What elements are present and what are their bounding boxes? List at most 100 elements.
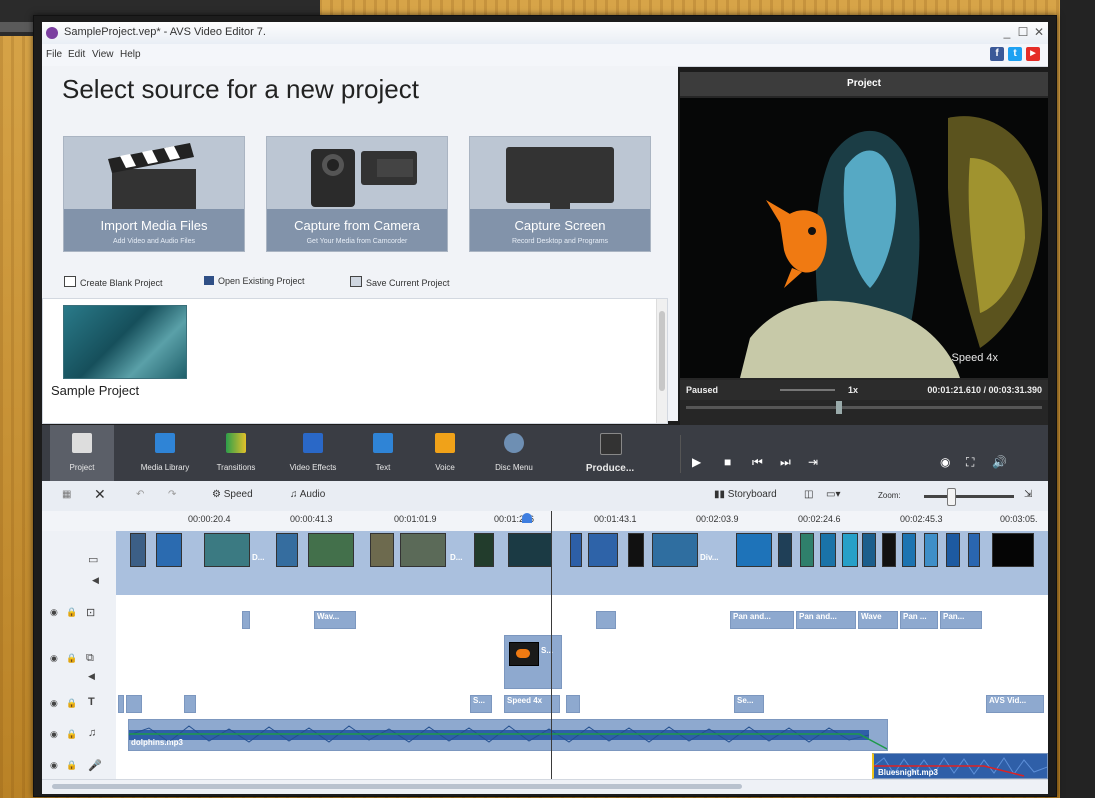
play-icon[interactable]: ▶ [692, 455, 701, 469]
import-media-tile[interactable]: Import Media Files Add Video and Audio F… [63, 136, 245, 252]
eye-icon[interactable]: ◉ [50, 760, 58, 771]
timeline-scrollbar[interactable] [42, 779, 1048, 794]
tab-media-library[interactable]: Media Library [130, 425, 200, 481]
capture-screen-tile[interactable]: Capture Screen Record Desktop and Progra… [469, 136, 651, 252]
video-clip[interactable] [508, 533, 552, 567]
text-track[interactable]: S... Speed 4x Se... AVS Vid... [116, 691, 1048, 718]
stop-icon[interactable]: ■ [724, 455, 731, 469]
lock-icon[interactable]: 🔒 [66, 607, 77, 618]
view-mode-dropdown[interactable]: ▭▾ [826, 489, 840, 500]
text-clip[interactable] [184, 695, 196, 713]
fit-timeline-icon[interactable]: ⇲ [1024, 489, 1032, 500]
split-icon[interactable]: ◫ [804, 489, 813, 500]
video-clip[interactable] [946, 533, 960, 567]
voice-track[interactable]: Bluesnight.mp3 [116, 753, 1048, 780]
speaker-icon[interactable]: ◀ [88, 671, 95, 682]
delete-icon[interactable]: ✕ [94, 486, 106, 503]
menu-file[interactable]: File [46, 49, 62, 60]
video-clip[interactable] [992, 533, 1034, 567]
minimize-button[interactable]: _ [1000, 25, 1014, 39]
create-blank-project-button[interactable]: Create Blank Project [64, 276, 163, 288]
storyboard-button[interactable]: ▮▮ Storyboard [714, 489, 777, 500]
fullscreen-icon[interactable]: ⛶ [966, 455, 974, 470]
eye-icon[interactable]: ◉ [50, 607, 58, 618]
effect-clip[interactable] [596, 611, 616, 629]
close-button[interactable]: ✕ [1032, 25, 1046, 39]
speed-button[interactable]: ⚙ Speed [212, 489, 253, 500]
video-clip[interactable] [736, 533, 772, 567]
video-clip[interactable] [902, 533, 916, 567]
lock-icon[interactable]: 🔒 [66, 653, 77, 664]
youtube-icon[interactable]: ▶ [1026, 47, 1040, 61]
playhead-line[interactable] [551, 511, 552, 779]
open-existing-project-button[interactable]: Open Existing Project [204, 276, 305, 286]
effect-clip[interactable]: Wave [858, 611, 898, 629]
audio-clip-music[interactable]: dolphins.mp3 [128, 719, 888, 751]
music-track[interactable]: dolphins.mp3 [116, 717, 1048, 754]
video-clip[interactable] [924, 533, 938, 567]
text-clip[interactable] [126, 695, 142, 713]
tab-video-effects[interactable]: Video Effects [278, 425, 348, 481]
zoom-knob[interactable] [947, 488, 956, 506]
video-clip[interactable] [276, 533, 298, 567]
effect-clip[interactable]: Pan ... [900, 611, 938, 629]
timeline-ruler[interactable]: 00:00:20.4 00:00:41.3 00:01:01.9 00:01:2… [42, 511, 1048, 532]
eye-icon[interactable]: ◉ [50, 653, 58, 664]
tab-disc-menu[interactable]: Disc Menu [482, 425, 546, 481]
video-clip[interactable] [130, 533, 146, 567]
effect-clip[interactable]: Pan... [940, 611, 982, 629]
redo-icon[interactable]: ↷ [168, 489, 176, 500]
speaker-icon[interactable]: ◀ [92, 575, 99, 586]
video-clip[interactable] [820, 533, 836, 567]
lock-icon[interactable]: 🔒 [66, 729, 77, 740]
video-clip[interactable] [400, 533, 446, 567]
video-clip[interactable] [474, 533, 494, 567]
facebook-icon[interactable]: f [990, 47, 1004, 61]
video-clip[interactable] [968, 533, 980, 567]
video-clip[interactable] [842, 533, 858, 567]
grid-icon[interactable]: ▦ [62, 489, 71, 500]
preview-video[interactable]: Speed 4x [680, 98, 1048, 378]
effect-clip[interactable]: Pan and... [796, 611, 856, 629]
audio-button[interactable]: ♫ Audio [290, 489, 325, 500]
menu-help[interactable]: Help [120, 49, 141, 60]
seek-knob[interactable] [836, 401, 842, 414]
video-clip[interactable] [370, 533, 394, 567]
menu-view[interactable]: View [92, 49, 114, 60]
speed-slider[interactable] [780, 389, 835, 391]
video-clip[interactable] [652, 533, 698, 567]
text-clip[interactable]: AVS Vid... [986, 695, 1044, 713]
menu-edit[interactable]: Edit [68, 49, 85, 60]
effect-clip[interactable]: Wav... [314, 611, 356, 629]
timeline-scroll-thumb[interactable] [52, 784, 742, 789]
tab-text[interactable]: Text [356, 425, 410, 481]
undo-icon[interactable]: ↶ [136, 489, 144, 500]
volume-icon[interactable]: 🔊 [992, 455, 1007, 469]
video-clip[interactable] [156, 533, 182, 567]
overlay-track[interactable]: S... [116, 635, 1048, 692]
capture-camera-tile[interactable]: Capture from Camera Get Your Media from … [266, 136, 448, 252]
snapshot-icon[interactable]: ◉ [940, 455, 950, 469]
text-clip[interactable]: S... [470, 695, 492, 713]
audio-clip-voice[interactable]: Bluesnight.mp3 [872, 753, 1048, 779]
video-clip[interactable] [570, 533, 582, 567]
list-scrollbar[interactable] [656, 299, 667, 423]
effect-clip[interactable] [242, 611, 250, 629]
video-clip[interactable] [882, 533, 896, 567]
lock-icon[interactable]: 🔒 [66, 698, 77, 709]
video-clip[interactable] [862, 533, 876, 567]
lock-icon[interactable]: 🔒 [66, 760, 77, 771]
previous-frame-icon[interactable]: ⏮ [752, 455, 763, 470]
effects-track[interactable]: Wav... Pan and... Pan and... Wave Pan ..… [116, 595, 1048, 636]
effect-clip[interactable]: Pan and... [730, 611, 794, 629]
tab-transitions[interactable]: Transitions [204, 425, 268, 481]
video-clip[interactable] [308, 533, 354, 567]
sample-project-thumbnail[interactable] [63, 305, 187, 379]
video-clip[interactable] [628, 533, 644, 567]
next-marker-icon[interactable]: ⇥ [808, 455, 818, 469]
zoom-slider[interactable] [924, 495, 1014, 498]
next-frame-icon[interactable]: ⏭ [780, 455, 791, 470]
playhead-handle[interactable] [522, 513, 532, 523]
text-clip[interactable] [118, 695, 124, 713]
text-clip[interactable]: Se... [734, 695, 764, 713]
